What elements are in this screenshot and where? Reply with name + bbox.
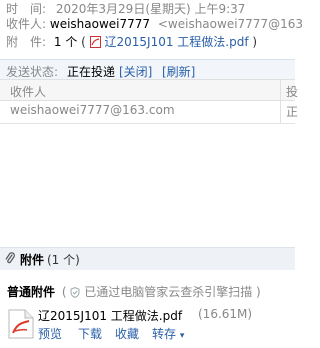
pdf-file-icon bbox=[8, 309, 34, 342]
download-link[interactable]: 下载 bbox=[78, 325, 102, 342]
paperclip-icon bbox=[5, 252, 15, 268]
recipient-name[interactable]: weishaowei7777 bbox=[50, 17, 150, 31]
preview-link[interactable]: 预览 bbox=[38, 325, 62, 342]
scan-note: 已通过电脑管家云查杀引擎扫描 bbox=[84, 285, 253, 299]
favorite-link[interactable]: 收藏 bbox=[115, 325, 139, 342]
time-label: 时 间: bbox=[6, 2, 47, 16]
save-to-dropdown[interactable]: 转存 ▾ bbox=[152, 325, 184, 342]
attachment-label: 附 件: bbox=[6, 35, 47, 49]
save-to-label: 转存 bbox=[152, 327, 177, 341]
scan-paren-open: ( bbox=[61, 285, 67, 299]
attachments-title: 附件 bbox=[20, 253, 45, 267]
attachments-count: (1 个) bbox=[47, 253, 80, 267]
scan-paren-close: ) bbox=[256, 285, 261, 299]
pdf-icon bbox=[89, 36, 101, 48]
column-header-recipient: 收件人 bbox=[10, 85, 47, 99]
attachment-paren-close: ) bbox=[252, 35, 258, 49]
table-row: weishaowei7777@163.com 正 bbox=[0, 101, 299, 121]
time-value: 2020年3月29日(星期天) 上午9:37 bbox=[55, 2, 246, 16]
recipient-cell: weishaowei7777@163.com bbox=[10, 103, 175, 117]
attachment-row: 附 件: 1 个 ( 辽2015J101 工程做法.pdf ) bbox=[6, 33, 257, 50]
recipient-email: <weishaowei7777@163 bbox=[157, 17, 303, 31]
recipient-row: 收件人: weishaowei7777 <weishaowei7777@163 bbox=[6, 15, 303, 32]
recipient-status-table: 收件人 投 weishaowei7777@163.com 正 bbox=[0, 79, 299, 124]
attachment-paren-open: ( bbox=[81, 35, 86, 49]
status-refresh-link[interactable]: [刷新] bbox=[162, 63, 195, 80]
regular-attachments-label: 普通附件 bbox=[7, 285, 56, 299]
shield-check-icon bbox=[70, 287, 80, 301]
attachment-file-name[interactable]: 辽2015J101 工程做法.pdf bbox=[38, 307, 182, 324]
attachment-count: 1 个 bbox=[53, 35, 78, 49]
send-status-bar: 发送状态: 正在投递 [关闭] [刷新] bbox=[0, 59, 295, 80]
chevron-down-icon: ▾ bbox=[179, 331, 185, 341]
send-status-label: 发送状态: bbox=[6, 65, 59, 79]
attachment-file-link[interactable]: 辽2015J101 工程做法.pdf bbox=[105, 35, 249, 49]
send-status-value: 正在投递 bbox=[67, 65, 116, 79]
column-header-delivery: 投 bbox=[286, 85, 299, 99]
attachment-file-size: (16.61M) bbox=[198, 307, 253, 321]
delivery-status-cell: 正 bbox=[286, 105, 299, 119]
recipient-label: 收件人: bbox=[6, 17, 47, 31]
table-header-row: 收件人 投 bbox=[0, 79, 299, 101]
column-divider bbox=[280, 79, 281, 123]
attachments-header: 附件 (1 个) bbox=[0, 247, 295, 270]
status-close-link[interactable]: [关闭] bbox=[119, 63, 152, 80]
regular-attachments-row: 普通附件 ( 已通过电脑管家云查杀引擎扫描 ) bbox=[7, 283, 261, 301]
attachment-item: 辽2015J101 工程做法.pdf (16.61M) 预览 下载 收藏 转存 … bbox=[8, 307, 288, 343]
